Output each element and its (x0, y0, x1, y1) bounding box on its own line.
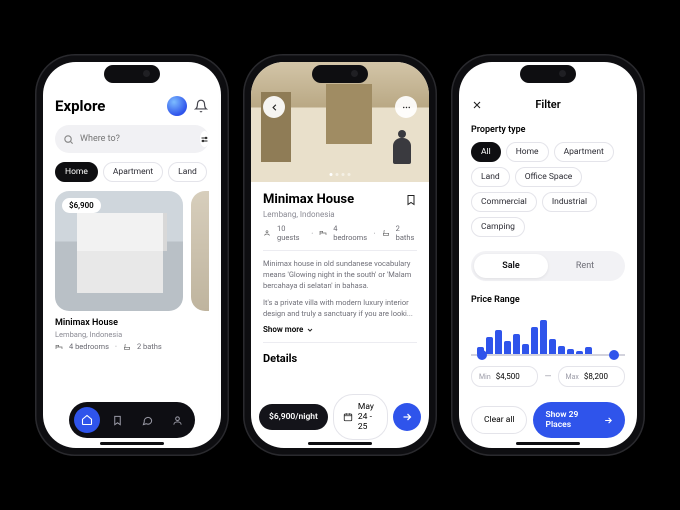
range-handle-max[interactable] (609, 350, 619, 360)
price-pill: $6,900/night (259, 404, 328, 430)
min-price-input[interactable]: Min$4,500 (471, 366, 538, 387)
property-type-chips: All Home Apartment Land Office Space Com… (471, 142, 625, 237)
description-2: It's a private villa with modern luxury … (263, 298, 417, 320)
more-button[interactable] (395, 96, 417, 118)
category-tabs: Home Apartment Land Office S (55, 162, 209, 182)
segment-rent[interactable]: Rent (548, 254, 622, 278)
histogram-bar (531, 327, 538, 356)
home-indicator (100, 442, 164, 445)
nav-chat[interactable] (134, 407, 160, 433)
bath-icon (382, 229, 390, 237)
range-dash: — (544, 372, 551, 382)
device-notch (520, 65, 576, 83)
chip-land[interactable]: Land (471, 167, 510, 187)
listing-location: Lembang, Indonesia (55, 330, 183, 339)
segment-sale[interactable]: Sale (474, 254, 548, 278)
listing-title: Minimax House (263, 192, 354, 207)
range-handle-min[interactable] (477, 350, 487, 360)
property-type-label: Property type (471, 125, 625, 135)
phone-filter: Filter Property type All Home Apartment … (451, 54, 645, 456)
show-results-button[interactable]: Show 29 Places (533, 402, 625, 438)
device-notch (104, 65, 160, 83)
page-title: Filter (535, 98, 560, 111)
histogram-bar (513, 334, 520, 356)
nav-profile[interactable] (164, 407, 190, 433)
price-range-label: Price Range (471, 295, 625, 305)
chip-all[interactable]: All (471, 142, 501, 162)
sale-rent-segment: Sale Rent (471, 251, 625, 281)
tab-home[interactable]: Home (55, 162, 98, 182)
listing-location: Lembang, Indonesia (263, 210, 417, 219)
listing-card[interactable]: $6,900 Minimax House Lembang, Indonesia … (55, 191, 183, 351)
chip-industrial[interactable]: Industrial (542, 192, 597, 212)
nav-home[interactable] (74, 407, 100, 433)
price-histogram[interactable] (471, 312, 625, 356)
date-picker[interactable]: May 24 - 25 (333, 394, 388, 440)
listing-meta: 4 bedrooms · 2 baths (55, 342, 183, 351)
bottom-nav (69, 402, 195, 438)
tab-land[interactable]: Land (168, 162, 207, 182)
bed-icon (319, 229, 327, 237)
nav-bookmark[interactable] (104, 407, 130, 433)
bookmark-icon[interactable] (405, 194, 417, 206)
home-indicator (516, 442, 580, 445)
bath-icon (123, 343, 131, 351)
search-input[interactable] (55, 125, 209, 153)
tab-apartment[interactable]: Apartment (103, 162, 163, 182)
home-indicator (308, 442, 372, 445)
show-more-button[interactable]: Show more (263, 325, 417, 334)
guests-icon (263, 229, 271, 237)
person-figure (393, 138, 411, 164)
chip-camping[interactable]: Camping (471, 217, 525, 237)
continue-button[interactable] (393, 403, 421, 431)
listing-image (191, 191, 209, 311)
page-title: Explore (55, 97, 105, 115)
arrow-right-icon (603, 415, 613, 426)
price-tag: $6,900 (62, 198, 101, 213)
histogram-bar (495, 330, 502, 356)
details-heading: Details (263, 352, 417, 365)
chip-home[interactable]: Home (506, 142, 549, 162)
chip-office[interactable]: Office Space (515, 167, 583, 187)
histogram-bar (540, 320, 547, 356)
listing-image: $6,900 (55, 191, 183, 311)
close-button[interactable] (471, 99, 483, 111)
description-1: Minimax house in old sundanese vocabular… (263, 259, 417, 292)
phone-explore: Explore Home (35, 54, 229, 456)
max-price-input[interactable]: Max$8,200 (558, 366, 625, 387)
bell-icon[interactable] (193, 98, 209, 114)
calendar-icon (343, 412, 353, 422)
filter-icon[interactable] (200, 131, 209, 147)
device-notch (312, 65, 368, 83)
listing-name: Minimax House (55, 318, 183, 328)
chip-apartment[interactable]: Apartment (554, 142, 614, 162)
search-icon (63, 134, 74, 145)
listing-card-partial[interactable] (191, 191, 209, 351)
back-button[interactable] (263, 96, 285, 118)
chip-commercial[interactable]: Commercial (471, 192, 537, 212)
phone-detail: Minimax House Lembang, Indonesia 10 gues… (243, 54, 437, 456)
listing-specs: 10 guests· 4 bedrooms· 2 baths (263, 224, 417, 242)
chevron-down-icon (306, 326, 314, 334)
bed-icon (55, 343, 63, 351)
clear-all-button[interactable]: Clear all (471, 406, 527, 434)
avatar[interactable] (167, 96, 187, 116)
image-pager-dots (330, 173, 351, 176)
search-field[interactable] (80, 134, 194, 144)
